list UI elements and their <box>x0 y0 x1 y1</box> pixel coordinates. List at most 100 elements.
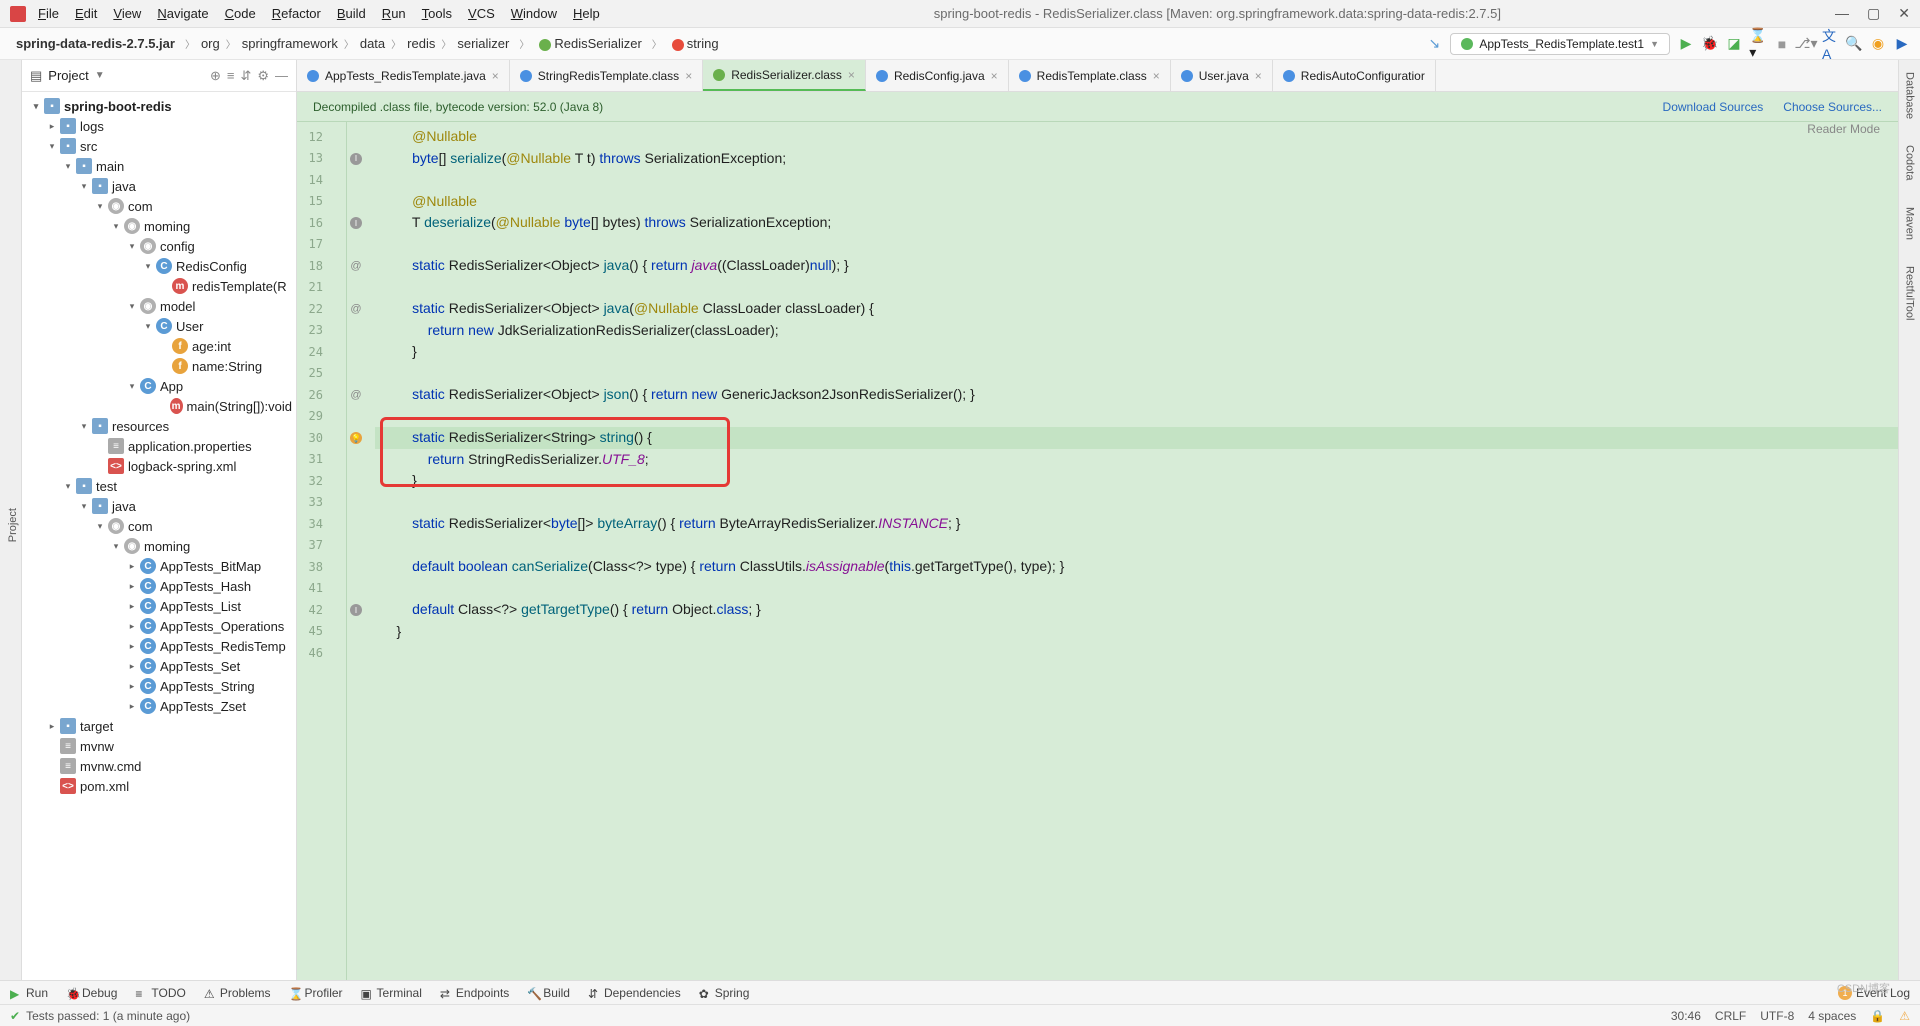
line-number[interactable]: 18 <box>297 259 329 273</box>
code-line[interactable]: byte[] serialize(@Nullable T t) throws S… <box>375 148 1898 170</box>
tab-user-java[interactable]: User.java× <box>1171 60 1273 91</box>
breadcrumb-org[interactable]: org <box>195 34 226 53</box>
tab-redisautoconfiguratior[interactable]: RedisAutoConfiguratior <box>1273 60 1436 91</box>
tab-close-icon[interactable]: × <box>991 69 998 83</box>
tree-arrow-icon[interactable]: ▾ <box>94 521 106 532</box>
code-line[interactable] <box>375 535 1898 557</box>
line-number[interactable]: 25 <box>297 366 329 380</box>
code-line[interactable]: return StringRedisSerializer.UTF_8; <box>375 449 1898 471</box>
project-tree[interactable]: ▾▪spring-boot-redis▸▪logs▾▪src▾▪main▾▪ja… <box>22 92 296 980</box>
code-line[interactable]: } <box>375 341 1898 363</box>
tree-node-java[interactable]: ▾▪java <box>22 176 296 196</box>
line-number[interactable]: 32 <box>297 474 329 488</box>
tree-node-logs[interactable]: ▸▪logs <box>22 116 296 136</box>
line-number[interactable]: 42 <box>297 603 329 617</box>
line-number[interactable]: 16 <box>297 216 329 230</box>
expand-icon[interactable]: ≡ <box>227 68 235 83</box>
intention-bulb-icon[interactable]: 💡 <box>347 432 365 445</box>
settings-gear-icon[interactable]: ⚙ <box>257 68 269 84</box>
reader-mode-label[interactable]: Reader Mode <box>1807 122 1880 136</box>
tree-node-apptests-bitmap[interactable]: ▸CAppTests_BitMap <box>22 556 296 576</box>
tree-node-com[interactable]: ▾◉com <box>22 516 296 536</box>
tree-arrow-icon[interactable]: ▸ <box>126 661 138 672</box>
tree-arrow-icon[interactable]: ▾ <box>126 381 138 392</box>
tree-arrow-icon[interactable]: ▾ <box>110 541 122 552</box>
line-number[interactable]: 23 <box>297 323 329 337</box>
menu-build[interactable]: Build <box>337 6 366 21</box>
tree-arrow-icon[interactable]: ▸ <box>126 701 138 712</box>
annotation-gutter-icon[interactable]: @ <box>347 303 365 315</box>
tree-node-apptests-zset[interactable]: ▸CAppTests_Zset <box>22 696 296 716</box>
code-line[interactable]: static RedisSerializer<Object> java(@Nul… <box>375 298 1898 320</box>
tool-endpoints[interactable]: ⇄Endpoints <box>440 986 509 1000</box>
translate-icon[interactable]: 文A <box>1822 36 1838 52</box>
project-dropdown-icon[interactable]: ▼ <box>95 70 105 81</box>
profile-icon[interactable]: ⌛▾ <box>1750 36 1766 52</box>
menu-navigate[interactable]: Navigate <box>157 6 208 21</box>
right-tab-codota[interactable]: Codota <box>1902 141 1918 184</box>
collapse-icon[interactable]: ⇵ <box>240 68 251 84</box>
code-line[interactable] <box>375 169 1898 191</box>
tool-problems[interactable]: ⚠Problems <box>204 986 271 1000</box>
annotation-gutter-icon[interactable]: @ <box>347 389 365 401</box>
tree-arrow-icon[interactable]: ▾ <box>126 241 138 252</box>
project-view-icon[interactable]: ▤ <box>30 68 42 84</box>
breadcrumb-module[interactable]: spring-data-redis-2.7.5.jar <box>10 34 181 53</box>
line-number[interactable]: 15 <box>297 194 329 208</box>
tree-arrow-icon[interactable]: ▾ <box>94 201 106 212</box>
tree-node-moming[interactable]: ▾◉moming <box>22 216 296 236</box>
tree-arrow-icon[interactable]: ▾ <box>142 261 154 272</box>
tree-arrow-icon[interactable]: ▾ <box>110 221 122 232</box>
project-header-label[interactable]: Project <box>48 68 88 83</box>
tab-redistemplate-class[interactable]: RedisTemplate.class× <box>1009 60 1171 91</box>
file-encoding[interactable]: UTF-8 <box>1760 1009 1794 1023</box>
tree-arrow-icon[interactable]: ▾ <box>126 301 138 312</box>
tool-terminal[interactable]: ▣Terminal <box>361 986 422 1000</box>
line-number[interactable]: 21 <box>297 280 329 294</box>
tree-node-target[interactable]: ▸▪target <box>22 716 296 736</box>
tool-spring[interactable]: ✿Spring <box>699 986 750 1000</box>
line-number[interactable]: 30 <box>297 431 329 445</box>
tree-node-model[interactable]: ▾◉model <box>22 296 296 316</box>
search-icon[interactable]: 🔍 <box>1846 36 1862 52</box>
menu-help[interactable]: Help <box>573 6 600 21</box>
menu-run[interactable]: Run <box>382 6 406 21</box>
tree-node-apptests-set[interactable]: ▸CAppTests_Set <box>22 656 296 676</box>
tree-node-application-properties[interactable]: ≡application.properties <box>22 436 296 456</box>
line-number[interactable]: 41 <box>297 581 329 595</box>
breadcrumb-serializer[interactable]: serializer <box>451 34 515 53</box>
code-line[interactable]: @Nullable <box>375 126 1898 148</box>
code-line[interactable] <box>375 277 1898 299</box>
tree-node-apptests-operations[interactable]: ▸CAppTests_Operations <box>22 616 296 636</box>
right-tab-restfultool[interactable]: RestfulTool <box>1902 262 1918 324</box>
line-number[interactable]: 45 <box>297 624 329 638</box>
line-number[interactable]: 37 <box>297 538 329 552</box>
run-config-selector[interactable]: AppTests_RedisTemplate.test1 ▼ <box>1450 33 1670 55</box>
tab-close-icon[interactable]: × <box>848 68 855 82</box>
code-line[interactable]: T deserialize(@Nullable byte[] bytes) th… <box>375 212 1898 234</box>
tree-node-com[interactable]: ▾◉com <box>22 196 296 216</box>
breadcrumb-redis[interactable]: redis <box>401 34 441 53</box>
menu-vcs[interactable]: VCS <box>468 6 495 21</box>
tab-close-icon[interactable]: × <box>1255 69 1262 83</box>
code-line[interactable] <box>375 642 1898 664</box>
left-tab-project[interactable]: Project <box>5 502 21 548</box>
tree-arrow-icon[interactable]: ▸ <box>126 601 138 612</box>
choose-sources-link[interactable]: Choose Sources... <box>1783 100 1882 114</box>
tree-node-moming[interactable]: ▾◉moming <box>22 536 296 556</box>
hide-icon[interactable]: — <box>275 68 288 83</box>
tree-node-app[interactable]: ▾CApp <box>22 376 296 396</box>
tree-arrow-icon[interactable]: ▸ <box>126 681 138 692</box>
tool-build[interactable]: 🔨Build <box>527 986 570 1000</box>
menu-code[interactable]: Code <box>225 6 256 21</box>
line-number[interactable]: 24 <box>297 345 329 359</box>
code-line[interactable]: default Class<?> getTargetType() { retur… <box>375 599 1898 621</box>
code-line[interactable]: static RedisSerializer<byte[]> byteArray… <box>375 513 1898 535</box>
tree-node-apptests-hash[interactable]: ▸CAppTests_Hash <box>22 576 296 596</box>
tool-dependencies[interactable]: ⇵Dependencies <box>588 986 681 1000</box>
menu-refactor[interactable]: Refactor <box>272 6 321 21</box>
code-line[interactable] <box>375 492 1898 514</box>
breadcrumb-method[interactable]: string <box>666 34 725 53</box>
menu-edit[interactable]: Edit <box>75 6 97 21</box>
tree-node-config[interactable]: ▾◉config <box>22 236 296 256</box>
